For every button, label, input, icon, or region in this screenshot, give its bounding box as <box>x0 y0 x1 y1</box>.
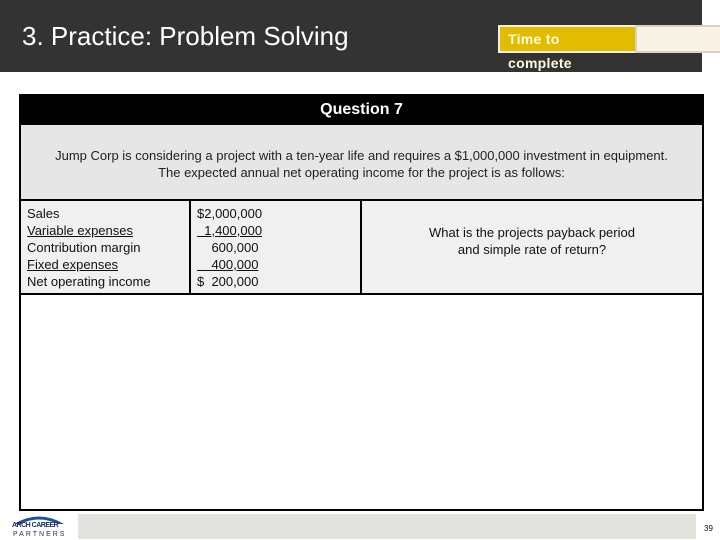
ask-line-1: What is the projects payback period <box>429 225 635 240</box>
logo-text-line-1: ARCH CAREER <box>12 522 59 529</box>
label-fixed-expenses: Fixed expenses <box>27 257 119 272</box>
value-sales: $2,000,000 <box>197 206 263 221</box>
footer-bar <box>78 514 696 539</box>
label-sales: Sales <box>27 206 60 221</box>
question-prompt: Jump Corp is considering a project with … <box>21 125 702 201</box>
label-variable-expenses: Variable expenses <box>27 223 133 238</box>
question-ask: What is the projects payback period and … <box>362 201 702 293</box>
logo-text-line-2: PARTNERS <box>13 531 67 538</box>
income-statement-values: $2,000,000 1,400,000 600,000 400,000 $ 2… <box>191 201 362 293</box>
value-net-operating-income: $ 200,000 <box>197 274 259 289</box>
label-net-operating-income: Net operating income <box>27 274 151 289</box>
value-variable-expenses: 1,400,000 <box>197 223 263 238</box>
time-to-complete-field[interactable] <box>635 25 720 53</box>
ask-line-2: and simple rate of return? <box>457 242 607 257</box>
slide-title: 3. Practice: Problem Solving <box>22 21 349 51</box>
income-statement-labels: Sales Variable expenses Contribution mar… <box>21 201 191 293</box>
value-contribution-margin: 600,000 <box>197 240 259 255</box>
question-box: Question 7 Jump Corp is considering a pr… <box>19 94 704 511</box>
prompt-line-1: Jump Corp is considering a project with … <box>55 148 668 163</box>
time-to-complete-label: Time to complete <box>498 25 635 71</box>
label-contribution-margin: Contribution margin <box>27 240 141 255</box>
page-number: 39 <box>704 524 713 533</box>
question-title: Question 7 <box>19 94 704 125</box>
value-fixed-expenses: 400,000 <box>197 257 259 272</box>
income-statement-row: Sales Variable expenses Contribution mar… <box>21 201 702 295</box>
prompt-line-2: The expected annual net operating income… <box>158 165 565 180</box>
time-to-complete-widget: Time to complete <box>498 25 720 71</box>
arch-career-partners-logo: ARCH CAREER PARTNERS <box>10 513 68 540</box>
